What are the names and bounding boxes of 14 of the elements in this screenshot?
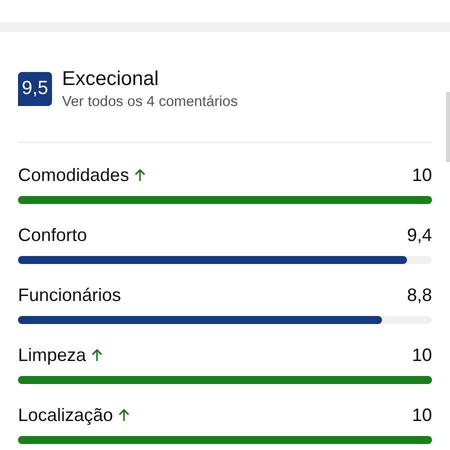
category-name: Localização xyxy=(18,404,114,427)
category-score: 9,4 xyxy=(406,224,432,247)
category-score: 8,8 xyxy=(406,284,432,307)
score-badge: 9,5 xyxy=(18,72,52,106)
category-score: 10 xyxy=(412,164,432,187)
category-name: Limpeza xyxy=(18,344,86,367)
rating-label: Excecional xyxy=(62,67,160,91)
category-score: 10 xyxy=(412,344,432,367)
reviews-link[interactable]: Ver todos os 4 comentários xyxy=(62,92,238,112)
category-name: Comodidades xyxy=(18,164,130,187)
category-score: 10 xyxy=(412,404,432,427)
category-name: Funcionários xyxy=(18,284,122,307)
scroll-bar[interactable] xyxy=(446,92,450,162)
category-name: Conforto xyxy=(18,224,88,247)
